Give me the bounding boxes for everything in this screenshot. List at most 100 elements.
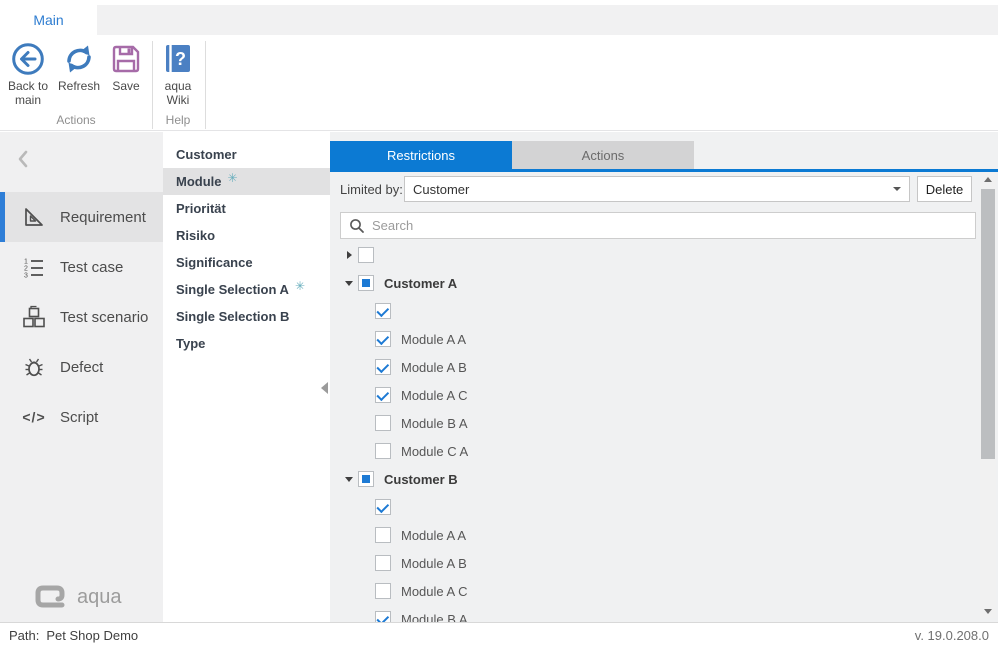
tree-row[interactable]: Module A C (330, 577, 976, 605)
svg-text:?: ? (175, 49, 186, 69)
field-label: Priorität (176, 201, 226, 216)
nav-item-defect[interactable]: Defect (0, 342, 163, 392)
back-icon (2, 39, 54, 79)
tree-label: Module B A (401, 416, 468, 431)
tree-row[interactable]: Customer A (330, 269, 976, 297)
checkbox-checked[interactable] (375, 499, 391, 515)
splitter-collapse-handle[interactable] (321, 382, 328, 394)
left-nav: Requirement 1 2 3 Test case (0, 132, 163, 622)
nav-item-label: Requirement (60, 209, 146, 226)
main-panel: Restrictions Actions Limited by: Custome… (330, 132, 998, 622)
tree-label: Customer B (384, 472, 458, 487)
checkbox-indeterminate[interactable] (358, 275, 374, 291)
ribbon-tab-main-label: Main (33, 12, 63, 28)
checkbox-unchecked[interactable] (375, 527, 391, 543)
tree-row[interactable]: Module A B (330, 353, 976, 381)
tree-row[interactable]: Module A C (330, 381, 976, 409)
aqua-wiki-button[interactable]: ? aqua Wiki (156, 39, 200, 107)
checkbox-checked[interactable] (375, 359, 391, 375)
checkbox-unchecked[interactable] (375, 443, 391, 459)
tab-actions[interactable]: Actions (512, 141, 694, 169)
scroll-down-icon[interactable] (980, 604, 996, 618)
field-item-significance[interactable]: Significance (163, 249, 330, 276)
checkbox-unchecked[interactable] (375, 583, 391, 599)
field-label: Module (176, 174, 222, 189)
modified-asterisk-icon: ✳ (228, 171, 238, 185)
tree-row[interactable]: Module A A (330, 521, 976, 549)
checkbox-unchecked[interactable] (358, 247, 374, 263)
tree-label: Module A A (401, 528, 466, 543)
tab-restrictions[interactable]: Restrictions (330, 141, 512, 169)
delete-button[interactable]: Delete (917, 176, 972, 202)
tree-label: Customer A (384, 276, 457, 291)
field-item-risiko[interactable]: Risiko (163, 222, 330, 249)
tree-row[interactable]: Module A B (330, 549, 976, 577)
scroll-up-icon[interactable] (980, 172, 996, 186)
path-value: Pet Shop Demo (46, 628, 138, 643)
svg-text:3: 3 (24, 273, 28, 280)
expander-collapsed-icon[interactable] (344, 249, 356, 261)
refresh-button[interactable]: Refresh (56, 39, 102, 93)
save-button[interactable]: Save (104, 39, 148, 93)
checkbox-checked[interactable] (375, 387, 391, 403)
back-to-main-button[interactable]: Back to main (2, 39, 54, 107)
tree-row[interactable]: Module A A (330, 325, 976, 353)
field-item-type[interactable]: Type (163, 330, 330, 357)
nav-item-script[interactable]: </> Script (0, 392, 163, 442)
back-to-main-label: Back to main (2, 79, 54, 107)
tab-label: Restrictions (387, 148, 455, 163)
nav-item-label: Test case (60, 259, 123, 276)
checkbox-unchecked[interactable] (375, 415, 391, 431)
limited-by-value: Customer (413, 182, 469, 197)
checkbox-unchecked[interactable] (375, 555, 391, 571)
tree-label: Module A C (401, 388, 468, 403)
limited-by-label: Limited by: (340, 182, 403, 197)
field-label: Single Selection A (176, 282, 289, 297)
field-item-single-selection-a[interactable]: Single Selection A ✳ (163, 276, 330, 303)
ribbon-group-actions: Actions (2, 113, 150, 127)
field-item-single-selection-b[interactable]: Single Selection B (163, 303, 330, 330)
chevron-down-icon (893, 187, 901, 191)
expander-expanded-icon[interactable] (344, 277, 356, 289)
tree-row[interactable] (330, 493, 976, 521)
vertical-scrollbar[interactable] (980, 172, 996, 618)
tree-row[interactable]: Module B A (330, 605, 976, 622)
nav-item-test-case[interactable]: 1 2 3 Test case (0, 242, 163, 292)
tree-row[interactable]: Module C A (330, 437, 976, 465)
checkbox-indeterminate[interactable] (358, 471, 374, 487)
code-icon: </> (20, 409, 48, 425)
wiki-icon: ? (156, 39, 200, 79)
refresh-label: Refresh (56, 79, 102, 93)
boxes-icon (20, 305, 48, 329)
panel-tabs: Restrictions Actions (330, 141, 998, 172)
nav-collapse-button[interactable] (16, 148, 30, 175)
field-item-module[interactable]: Module ✳ (163, 168, 330, 195)
nav-item-requirement[interactable]: Requirement (0, 192, 163, 242)
svg-text:2: 2 (24, 266, 28, 273)
tree-label: Module A B (401, 556, 467, 571)
nav-item-test-scenario[interactable]: Test scenario (0, 292, 163, 342)
limited-by-combobox[interactable]: Customer (404, 176, 910, 202)
checkbox-checked[interactable] (375, 303, 391, 319)
tree-row[interactable]: Customer B (330, 465, 976, 493)
field-item-customer[interactable]: Customer (163, 141, 330, 168)
nav-item-label: Defect (60, 359, 103, 376)
checkbox-checked[interactable] (375, 331, 391, 347)
field-label: Customer (176, 147, 237, 162)
aqua-logo: aqua (34, 584, 122, 610)
svg-text:1: 1 (24, 259, 28, 266)
bug-icon (20, 355, 48, 379)
path-label: Path: (9, 628, 39, 643)
scrollbar-thumb[interactable] (981, 189, 995, 459)
tree-row[interactable] (330, 297, 976, 325)
tree-row[interactable] (330, 241, 976, 269)
set-square-icon (20, 205, 48, 229)
ribbon-group-help: Help (153, 113, 203, 127)
expander-expanded-icon[interactable] (344, 473, 356, 485)
search-input[interactable] (372, 218, 967, 233)
field-item-prioritaet[interactable]: Priorität (163, 195, 330, 222)
tree-label: Module B A (401, 612, 468, 623)
ribbon-tab-main[interactable]: Main (0, 5, 97, 35)
tree-row[interactable]: Module B A (330, 409, 976, 437)
checkbox-checked[interactable] (375, 611, 391, 622)
